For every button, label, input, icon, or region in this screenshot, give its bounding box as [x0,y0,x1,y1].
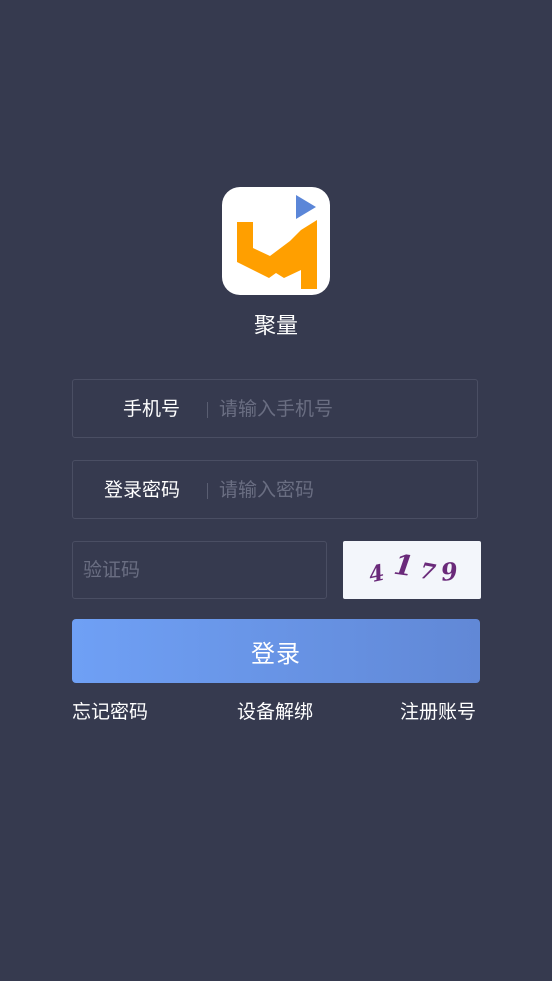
login-button[interactable]: 登录 [72,619,480,683]
captcha-char: 4 [366,559,387,589]
register-link[interactable]: 注册账号 [400,698,476,726]
captcha-char: 1 [391,547,416,584]
password-field[interactable]: 登录密码 [72,460,478,519]
captcha-field[interactable] [72,541,327,599]
captcha-char: 7 [417,557,438,587]
app-logo-icon [237,195,317,289]
forgot-password-link[interactable]: 忘记密码 [72,698,148,726]
captcha-char: 9 [439,556,460,587]
password-label: 登录密码 [103,479,180,501]
phone-field[interactable]: 手机号 [72,379,478,438]
unbind-device-link[interactable]: 设备解绑 [237,698,313,726]
phone-input[interactable] [219,380,459,437]
captcha-image[interactable]: 4 1 7 9 [343,541,481,599]
password-divider [207,483,208,499]
password-input[interactable] [219,461,459,518]
app-name: 聚量 [253,314,298,339]
phone-divider [207,402,208,418]
captcha-input[interactable] [83,542,313,598]
phone-label: 手机号 [122,398,180,420]
app-logo [222,187,330,295]
